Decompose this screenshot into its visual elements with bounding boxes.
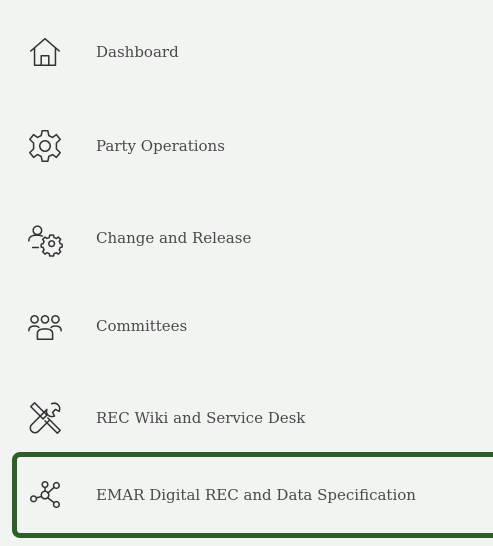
gear-icon	[25, 126, 65, 166]
group-icon	[25, 306, 65, 346]
home-icon	[25, 32, 65, 72]
sidebar-nav: Dashboard Party Operations Change and Re…	[0, 0, 493, 546]
sidebar-item-dashboard[interactable]: Dashboard	[0, 22, 493, 82]
sidebar-item-label: Party Operations	[96, 137, 225, 155]
sidebar-item-label: EMAR Digital REC and Data Specification	[96, 486, 416, 504]
sidebar-item-label: Change and Release	[96, 229, 252, 247]
users-gear-icon	[25, 218, 65, 258]
sidebar-item-change-and-release[interactable]: Change and Release	[0, 208, 493, 268]
sidebar-item-label: REC Wiki and Service Desk	[96, 409, 306, 427]
sidebar-item-rec-wiki[interactable]: REC Wiki and Service Desk	[0, 388, 493, 448]
sidebar-item-label: Committees	[96, 317, 188, 335]
network-icon	[25, 475, 65, 515]
tools-icon	[25, 398, 65, 438]
sidebar-item-committees[interactable]: Committees	[0, 296, 493, 356]
sidebar-item-emar-digital-rec[interactable]: EMAR Digital REC and Data Specification	[12, 452, 493, 538]
sidebar-item-label: Dashboard	[96, 43, 179, 61]
sidebar-item-party-operations[interactable]: Party Operations	[0, 116, 493, 176]
